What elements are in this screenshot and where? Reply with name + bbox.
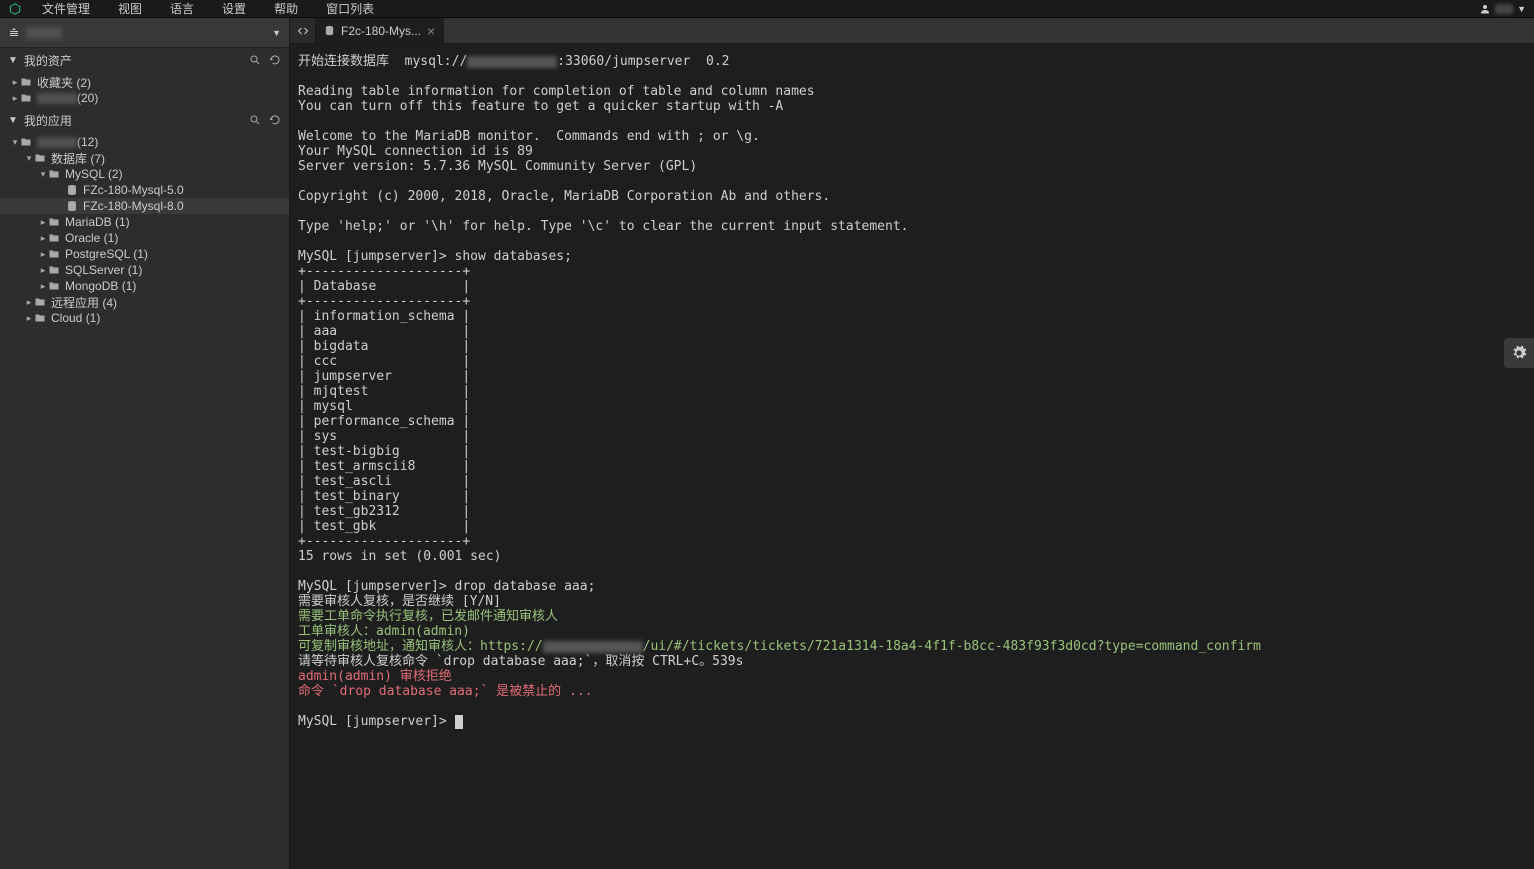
tree-cloud[interactable]: ▸ Cloud (1) [0, 310, 289, 326]
tree-database[interactable]: ▾ 数据库 (7) [0, 150, 289, 166]
folder-icon [34, 312, 46, 324]
chevron-down-icon: ▼ [272, 28, 281, 38]
folder-icon [20, 76, 32, 88]
search-icon[interactable] [249, 54, 261, 66]
caret-down-icon: ▼ [8, 115, 18, 126]
folder-icon [48, 280, 60, 292]
top-menu: 文件管理 视图 语言 设置 帮助 窗口列表 ▼ [0, 0, 1534, 18]
section-apps[interactable]: ▼ 我的应用 [0, 108, 289, 132]
tree-label: Oracle (1) [65, 231, 118, 245]
menu-view[interactable]: 视图 [118, 0, 142, 17]
gear-icon [1511, 345, 1527, 361]
tree-label-blurred [37, 93, 77, 104]
caret-right-icon: ▸ [38, 265, 48, 276]
apps-tree: ▾ (12) ▾ 数据库 (7) ▾ MySQL (2) FZc-180-Mys… [0, 132, 289, 328]
tree-label: 远程应用 (4) [51, 294, 117, 311]
tree-label: 数据库 (7) [51, 150, 105, 167]
menu-lang[interactable]: 语言 [170, 0, 194, 17]
tree-count: (12) [77, 135, 98, 149]
tree-mongodb[interactable]: ▸ MongoDB (1) [0, 278, 289, 294]
refresh-icon[interactable] [269, 114, 281, 126]
tree-label: MySQL (2) [65, 167, 123, 181]
org-selector[interactable]: ▼ [0, 18, 289, 48]
folder-icon [34, 296, 46, 308]
tree-label: 收藏夹 (2) [37, 74, 91, 91]
tree-count: (20) [77, 91, 98, 105]
caret-right-icon: ▸ [10, 93, 20, 104]
org-icon [8, 27, 20, 39]
tab-nav-button[interactable] [290, 18, 316, 43]
tree-label: FZc-180-Mysql-8.0 [83, 199, 184, 213]
menu-items: 文件管理 视图 语言 设置 帮助 窗口列表 [42, 0, 374, 17]
tree-label: FZc-180-Mysql-5.0 [83, 183, 184, 197]
assets-tree: ▸ 收藏夹 (2) ▸ (20) [0, 72, 289, 108]
menu-windows[interactable]: 窗口列表 [326, 0, 374, 17]
caret-right-icon: ▸ [10, 77, 20, 88]
section-assets[interactable]: ▼ 我的资产 [0, 48, 289, 72]
tree-favorites[interactable]: ▸ 收藏夹 (2) [0, 74, 289, 90]
user-icon [1479, 3, 1491, 15]
folder-icon [48, 248, 60, 260]
close-icon[interactable]: × [427, 24, 435, 38]
caret-right-icon: ▸ [38, 249, 48, 260]
chevron-down-icon: ▼ [1517, 4, 1526, 14]
tree-sqlserver[interactable]: ▸ SQLServer (1) [0, 262, 289, 278]
caret-down-icon: ▼ [8, 55, 18, 66]
tree-mysql[interactable]: ▾ MySQL (2) [0, 166, 289, 182]
logo-icon [8, 2, 22, 16]
database-icon [324, 25, 335, 36]
folder-icon [48, 216, 60, 228]
menu-settings[interactable]: 设置 [222, 0, 246, 17]
caret-down-icon: ▾ [10, 137, 20, 148]
database-icon [66, 200, 78, 212]
settings-fab[interactable] [1504, 338, 1534, 368]
user-menu[interactable]: ▼ [1479, 3, 1526, 15]
caret-down-icon: ▾ [24, 153, 34, 164]
section-assets-label: 我的资产 [24, 52, 72, 69]
tree-label: MongoDB (1) [65, 279, 136, 293]
tree-label: Cloud (1) [51, 311, 100, 325]
tree-mysql-child-0[interactable]: FZc-180-Mysql-5.0 [0, 182, 289, 198]
tree-label: MariaDB (1) [65, 215, 130, 229]
search-icon[interactable] [249, 114, 261, 126]
caret-right-icon: ▸ [24, 313, 34, 324]
refresh-icon[interactable] [269, 54, 281, 66]
caret-right-icon: ▸ [24, 297, 34, 308]
tree-label: SQLServer (1) [65, 263, 142, 277]
folder-icon [20, 136, 32, 148]
tree-mariadb[interactable]: ▸ MariaDB (1) [0, 214, 289, 230]
tab-title: F2c-180-Mys... [341, 24, 421, 38]
tree-postgresql[interactable]: ▸ PostgreSQL (1) [0, 246, 289, 262]
folder-icon [48, 168, 60, 180]
content-area: F2c-180-Mys... × 开始连接数据库 mysql://:33060/… [290, 18, 1534, 869]
terminal[interactable]: 开始连接数据库 mysql://:33060/jumpserver 0.2 Re… [290, 44, 1534, 869]
menu-file[interactable]: 文件管理 [42, 0, 90, 17]
folder-icon [20, 92, 32, 104]
user-name-blurred [1495, 4, 1513, 14]
tab-active[interactable]: F2c-180-Mys... × [316, 18, 444, 43]
section-apps-label: 我的应用 [24, 112, 72, 129]
caret-right-icon: ▸ [38, 233, 48, 244]
tree-oracle[interactable]: ▸ Oracle (1) [0, 230, 289, 246]
tree-label-blurred [37, 137, 77, 148]
org-name-blurred [26, 27, 62, 39]
tree-remote[interactable]: ▸ 远程应用 (4) [0, 294, 289, 310]
menu-help[interactable]: 帮助 [274, 0, 298, 17]
tree-item[interactable]: ▸ (20) [0, 90, 289, 106]
caret-down-icon: ▾ [38, 169, 48, 180]
tree-root[interactable]: ▾ (12) [0, 134, 289, 150]
database-icon [66, 184, 78, 196]
folder-icon [34, 152, 46, 164]
caret-right-icon: ▸ [38, 217, 48, 228]
caret-right-icon: ▸ [38, 281, 48, 292]
folder-icon [48, 264, 60, 276]
tab-nav-icon [297, 25, 309, 37]
tab-bar: F2c-180-Mys... × [290, 18, 1534, 44]
tree-label: PostgreSQL (1) [65, 247, 148, 261]
tree-mysql-child-1[interactable]: FZc-180-Mysql-8.0 [0, 198, 289, 214]
sidebar: ▼ ▼ 我的资产 ▸ 收藏夹 (2) ▸ (20) [0, 18, 290, 869]
folder-icon [48, 232, 60, 244]
